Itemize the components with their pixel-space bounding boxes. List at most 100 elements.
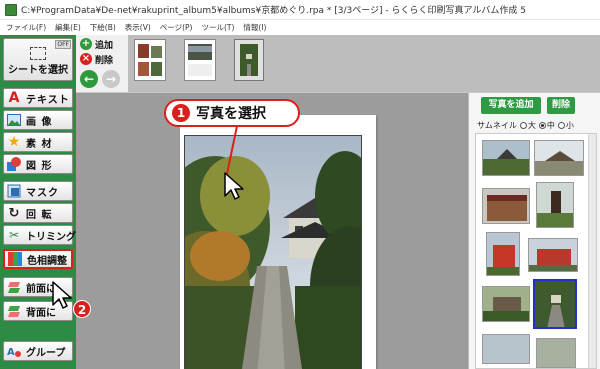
text-icon: A [8, 90, 20, 106]
mask-icon [7, 184, 21, 198]
photo-5-image [487, 233, 519, 275]
tool-shape-button[interactable]: 図 形 [3, 154, 73, 174]
photo-thumbnail-10[interactable] [536, 338, 576, 368]
tool-trimming-button[interactable]: ✂ トリミング [3, 225, 76, 245]
tool-text-label: テキスト [26, 94, 70, 106]
photo-4-image [537, 183, 573, 227]
tool-material-button[interactable]: ★ 素 材 [3, 132, 73, 152]
tool-rotate-label: 回 転 [26, 209, 53, 221]
off-badge[interactable]: OFF [55, 40, 71, 49]
tool-mask-button[interactable]: マスク [3, 181, 73, 201]
photo-thumbnail-5[interactable] [486, 232, 520, 276]
bring-front-icon [7, 280, 21, 294]
page-toolbar: + 追加 × 削除 ← → [76, 35, 600, 93]
thumbnail-label: サムネイル [477, 121, 517, 130]
step-2-number: 2 [73, 300, 91, 318]
photo-thumbnail-4[interactable] [536, 182, 574, 228]
tool-image-button[interactable]: 画 像 [3, 110, 73, 130]
sheet-select-button[interactable]: OFF シートを選択 [3, 38, 73, 81]
canvas-area[interactable] [76, 93, 468, 369]
photo-thumbnail-1[interactable] [482, 140, 530, 176]
delete-page-label: 削除 [95, 55, 114, 66]
delete-page-button[interactable]: × 削除 [80, 52, 113, 66]
page-thumbnail-3[interactable] [234, 39, 264, 81]
photo-thumbnail-9[interactable] [482, 334, 530, 364]
close-icon: × [80, 53, 92, 65]
sheet-select-label: シートを選択 [8, 65, 68, 76]
menu-page[interactable]: ページ(P) [160, 22, 193, 33]
photo-thumbnail-3[interactable] [482, 188, 530, 224]
page-3-preview [240, 44, 258, 76]
step-1-number: 1 [172, 104, 190, 122]
photo-list[interactable] [475, 133, 597, 369]
menu-bar: ファイル(F) 編集(E) 下絵(B) 表示(V) ページ(P) ツール(T) … [0, 20, 600, 35]
tool-color-adjust-button[interactable]: 色相調整 [3, 249, 73, 269]
tool-text-button[interactable]: A テキスト [3, 88, 73, 108]
mouse-cursor-icon-2 [52, 281, 72, 309]
photo-thumbnail-7[interactable] [482, 286, 530, 322]
tool-rotate-button[interactable]: ↻ 回 転 [3, 203, 73, 223]
photo-2-image [535, 141, 583, 175]
photo-list-scrollbar[interactable] [588, 134, 596, 368]
image-icon [7, 113, 21, 127]
add-photo-button[interactable]: 写真を追加 [481, 97, 541, 114]
arrow-right-icon: → [105, 72, 117, 86]
tool-group-button[interactable]: A グループ [3, 341, 73, 361]
photo-thumbnail-8[interactable] [533, 279, 577, 329]
page-1-preview [138, 44, 162, 76]
tool-color-adjust-label: 色相調整 [27, 255, 67, 267]
photo-8-image [535, 281, 575, 327]
thumbnail-size-row: サムネイル 大 中 小 [477, 120, 600, 131]
step-1-text: 写真を選択 [196, 106, 266, 122]
mouse-cursor-icon [224, 172, 244, 200]
menu-background[interactable]: 下絵(B) [90, 22, 116, 33]
size-small-label: 小 [565, 121, 574, 130]
size-small-radio[interactable] [557, 122, 565, 129]
sheet-select-icon [30, 47, 46, 60]
size-medium-label: 中 [546, 121, 555, 130]
menu-file[interactable]: ファイル(F) [6, 22, 46, 33]
menu-info[interactable]: 情報(I) [243, 22, 266, 33]
next-page-button[interactable]: → [102, 70, 120, 88]
tool-trimming-label: トリミング [26, 231, 76, 243]
menu-tools[interactable]: ツール(T) [201, 22, 234, 33]
window-title: C:¥ProgramData¥De-net¥rakuprint_album5¥a… [21, 6, 527, 16]
shape-icon [7, 157, 21, 171]
page-thumbnail-1[interactable] [134, 39, 166, 81]
add-page-label: 追加 [95, 40, 114, 51]
delete-photo-button[interactable]: 削除 [547, 97, 575, 114]
send-back-icon [7, 304, 21, 318]
size-large-label: 大 [527, 121, 536, 130]
tool-material-label: 素 材 [26, 138, 53, 150]
tool-mask-label: マスク [26, 187, 59, 199]
tool-panel: OFF シートを選択 A テキスト 画 像 ★ 素 材 図 形 マスク ↻ 回 … [0, 35, 76, 369]
callout-step-1: 1 写真を選択 [164, 99, 300, 127]
arrow-left-icon: ← [83, 72, 95, 86]
photo-6-image [529, 239, 577, 271]
photo-panel: 写真を追加 削除 サムネイル 大 中 小 [468, 93, 600, 369]
previous-page-button[interactable]: ← [80, 70, 98, 88]
svg-text:A: A [7, 347, 15, 358]
add-page-button[interactable]: + 追加 [80, 37, 113, 51]
tool-shape-label: 図 形 [26, 160, 53, 172]
group-icon: A [7, 344, 21, 358]
scissors-icon: ✂ [8, 228, 20, 242]
photo-9-image [483, 335, 529, 363]
tool-image-label: 画 像 [26, 116, 53, 128]
app-icon [5, 3, 17, 16]
photo-thumbnail-2[interactable] [534, 140, 584, 176]
plus-icon: + [80, 38, 92, 50]
menu-edit[interactable]: 編集(E) [55, 22, 81, 33]
page-thumbnail-2[interactable] [184, 39, 216, 81]
star-icon: ★ [7, 134, 21, 150]
photo-10-image [537, 339, 575, 367]
rotate-icon: ↻ [8, 205, 20, 221]
tool-group-label: グループ [26, 347, 66, 359]
size-medium-radio[interactable] [538, 122, 546, 129]
size-large-radio[interactable] [519, 122, 527, 129]
photo-3-image [483, 189, 529, 223]
photo-thumbnail-6[interactable] [528, 238, 578, 272]
menu-view[interactable]: 表示(V) [125, 22, 151, 33]
page-2-preview [188, 44, 212, 76]
photo-1-image [483, 141, 529, 175]
